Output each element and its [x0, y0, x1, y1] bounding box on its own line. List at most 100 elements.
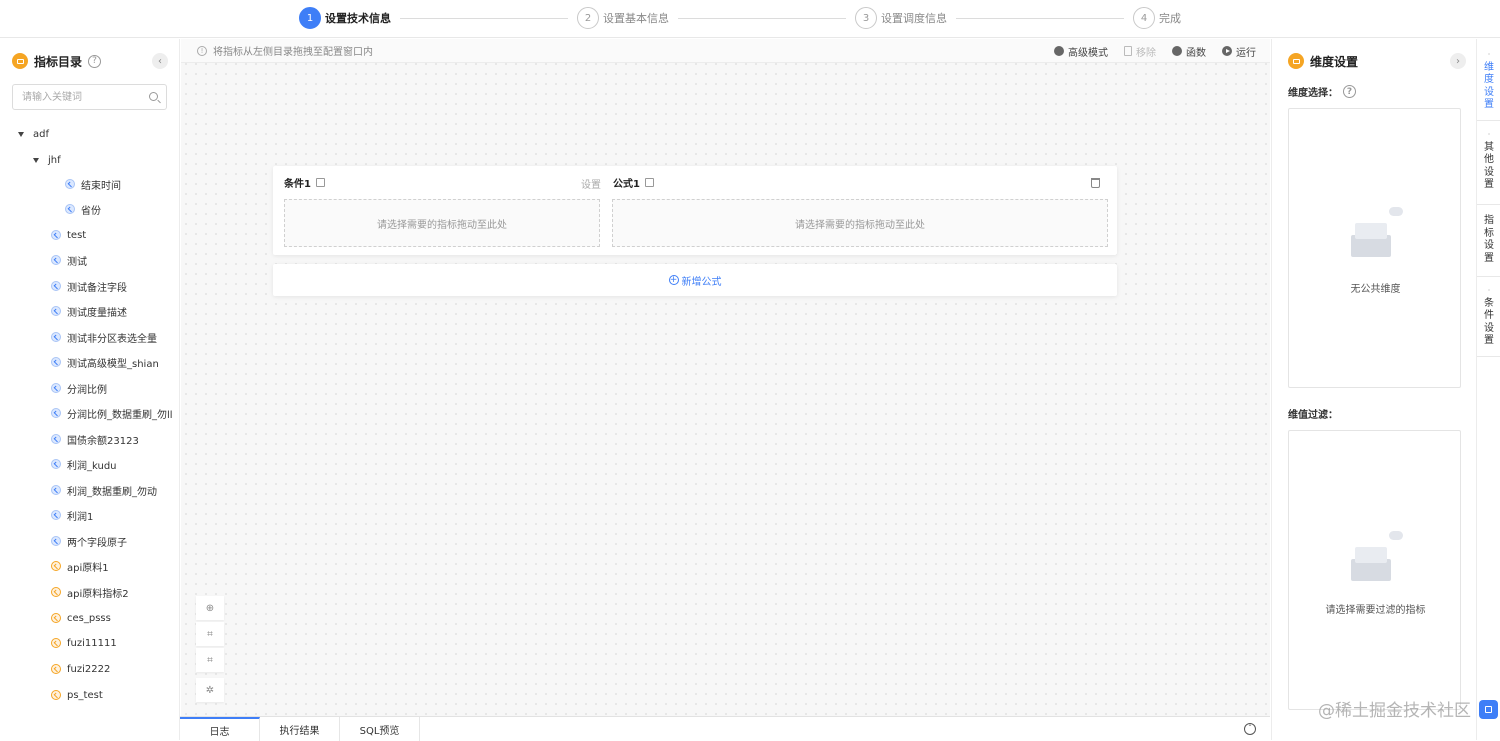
tab-metric-settings-label: 指标设置	[1484, 215, 1494, 264]
tree-item[interactable]: fuzi11111	[51, 634, 117, 652]
tree-item[interactable]: ces_psss	[51, 609, 111, 627]
config-canvas[interactable]: ! 将指标从左侧目录拖拽至配置窗口内 高级模式 移除 函数 运行 条件1 设置 …	[181, 39, 1270, 716]
tree-label: 测试非分区表选全量	[67, 333, 157, 345]
metric-icon	[51, 536, 61, 546]
tree-item[interactable]: 测试度量描述	[51, 302, 127, 320]
drag-tip: 将指标从左侧目录拖拽至配置窗口内	[213, 47, 373, 58]
formula-title-text: 公式1	[613, 179, 640, 190]
tree-item[interactable]: 省份	[65, 200, 101, 218]
tree-label: adf	[33, 128, 49, 140]
tab-sql-preview[interactable]: SQL预览	[340, 717, 420, 741]
step-wizard: 1 设置技术信息 2 设置基本信息 3 设置调度信息 4 完成	[0, 0, 1500, 38]
layout-button[interactable]: ✲	[196, 678, 224, 702]
search-input[interactable]	[13, 85, 133, 109]
trash-icon	[1124, 46, 1132, 56]
tab-other-settings[interactable]: · 其他设置	[1477, 125, 1500, 205]
step-2[interactable]: 2 设置基本信息	[577, 7, 669, 29]
tree-item[interactable]: 两个字段原子	[51, 532, 127, 550]
tree-item[interactable]: 国债余额23123	[51, 430, 139, 448]
floating-action-button[interactable]	[1479, 700, 1498, 719]
caret-down-icon[interactable]	[33, 157, 39, 163]
dimension-select-box[interactable]: 无公共维度	[1288, 108, 1461, 388]
search-icon[interactable]	[149, 92, 158, 101]
tree-item[interactable]: 利润_数据重刷_勿动	[51, 481, 157, 499]
tree-label: 国债余额23123	[67, 435, 139, 447]
tab-dimension-settings[interactable]: · 维度设置	[1477, 45, 1500, 121]
tree-item[interactable]: 测试非分区表选全量	[51, 328, 157, 346]
tree-item[interactable]: 测试	[51, 251, 87, 269]
filter-empty-text: 请选择需要过滤的指标	[1325, 605, 1426, 616]
tab-condition-settings[interactable]: · 条件设置	[1477, 281, 1500, 357]
functions-button[interactable]: 函数	[1172, 44, 1206, 59]
tree-item[interactable]: 结束时间	[65, 175, 121, 193]
condition-setting-link[interactable]: 设置	[581, 176, 601, 191]
tree-item[interactable]: test	[51, 226, 86, 244]
step-1[interactable]: 1 设置技术信息	[299, 7, 391, 29]
tree-folder-adf[interactable]: adf	[18, 125, 49, 143]
edit-icon[interactable]	[644, 178, 654, 187]
metric-icon	[65, 204, 75, 214]
settings-side-tabs: · 维度设置 · 其他设置 指标设置 · 条件设置	[1476, 39, 1500, 740]
tree-folder-jhf[interactable]: jhf	[33, 151, 61, 169]
zoom-reset-button[interactable]: ⌗	[196, 648, 224, 672]
remove-button[interactable]: 移除	[1124, 44, 1156, 59]
caret-down-icon[interactable]	[18, 131, 24, 137]
tree-item[interactable]: fuzi2222	[51, 660, 110, 678]
filter-box[interactable]: 请选择需要过滤的指标	[1288, 430, 1461, 710]
tree-label: 测试度量描述	[67, 307, 127, 319]
canvas-toolbar: ! 将指标从左侧目录拖拽至配置窗口内 高级模式 移除 函数 运行	[181, 39, 1270, 63]
collapse-panel-button[interactable]: ›	[1450, 53, 1466, 69]
edit-icon[interactable]	[315, 178, 325, 187]
delete-formula-icon[interactable]	[1091, 178, 1100, 188]
tab-metric-settings[interactable]: 指标设置	[1477, 209, 1500, 277]
tab-condition-settings-label: 条件设置	[1484, 297, 1494, 347]
help-icon[interactable]: ?	[88, 54, 102, 68]
zoom-in-button[interactable]: ⊕	[196, 596, 224, 620]
step-connector	[400, 18, 568, 19]
tree-item[interactable]: api原料指标2	[51, 583, 129, 601]
add-formula-button[interactable]: + 新增公式	[273, 264, 1117, 296]
tree-item[interactable]: 利润_kudu	[51, 455, 117, 473]
tree-item[interactable]: 测试备注字段	[51, 277, 127, 295]
tree-label: api原料指标2	[67, 588, 129, 600]
tree-item[interactable]: 利润1	[51, 506, 93, 524]
tree-label: 分润比例	[67, 384, 107, 396]
tree-label: ps_test	[67, 689, 103, 701]
metric-icon	[51, 434, 61, 444]
tab-log[interactable]: 日志	[180, 717, 260, 741]
search-box	[12, 84, 167, 110]
run-button[interactable]: 运行	[1222, 44, 1256, 59]
tree-label: 利润_kudu	[67, 460, 117, 472]
zoom-fit-button[interactable]: ⌗	[196, 622, 224, 646]
tree-item[interactable]: 测试高级模型_shian	[51, 353, 159, 371]
tree-label: api原料1	[67, 562, 109, 574]
step-4[interactable]: 4 完成	[1133, 7, 1181, 29]
filter-label: 维值过滤：	[1288, 406, 1338, 421]
tree-label: 测试备注字段	[67, 282, 127, 294]
help-icon[interactable]: ?	[1343, 85, 1356, 98]
chevron-up-icon[interactable]: ˆ	[1244, 723, 1256, 735]
tree-item[interactable]: ps_test	[51, 686, 103, 704]
step-3[interactable]: 3 设置调度信息	[855, 7, 947, 29]
watermark: @稀土掘金技术社区	[1318, 701, 1471, 721]
formula-dropzone[interactable]: 请选择需要的指标拖动至此处	[612, 199, 1108, 247]
metric-icon	[51, 408, 61, 418]
tree-label: fuzi2222	[67, 663, 111, 675]
tree-label: 测试高级模型_shian	[67, 358, 159, 370]
tab-execution-result[interactable]: 执行结果	[260, 717, 340, 741]
tree-label: 利润1	[67, 511, 94, 523]
condition-dropzone[interactable]: 请选择需要的指标拖动至此处	[284, 199, 600, 247]
tree-item[interactable]: api原料1	[51, 557, 109, 575]
metric-icon	[51, 357, 61, 367]
tree-label: fuzi11111	[67, 637, 117, 649]
advanced-mode-button[interactable]: 高级模式	[1054, 44, 1108, 59]
empty-inbox-icon	[1351, 207, 1403, 257]
collapse-sidebar-button[interactable]: ‹	[152, 53, 168, 69]
tree-item[interactable]: 分润比例_数据重刷_勿ll	[51, 404, 173, 422]
tree-item[interactable]: 分润比例	[51, 379, 107, 397]
metric-icon	[51, 281, 61, 291]
metric-icon	[51, 485, 61, 495]
dimension-empty-text: 无公共维度	[1350, 284, 1401, 295]
panel-header: 维度设置 ›	[1288, 51, 1466, 71]
run-label: 运行	[1236, 47, 1256, 59]
